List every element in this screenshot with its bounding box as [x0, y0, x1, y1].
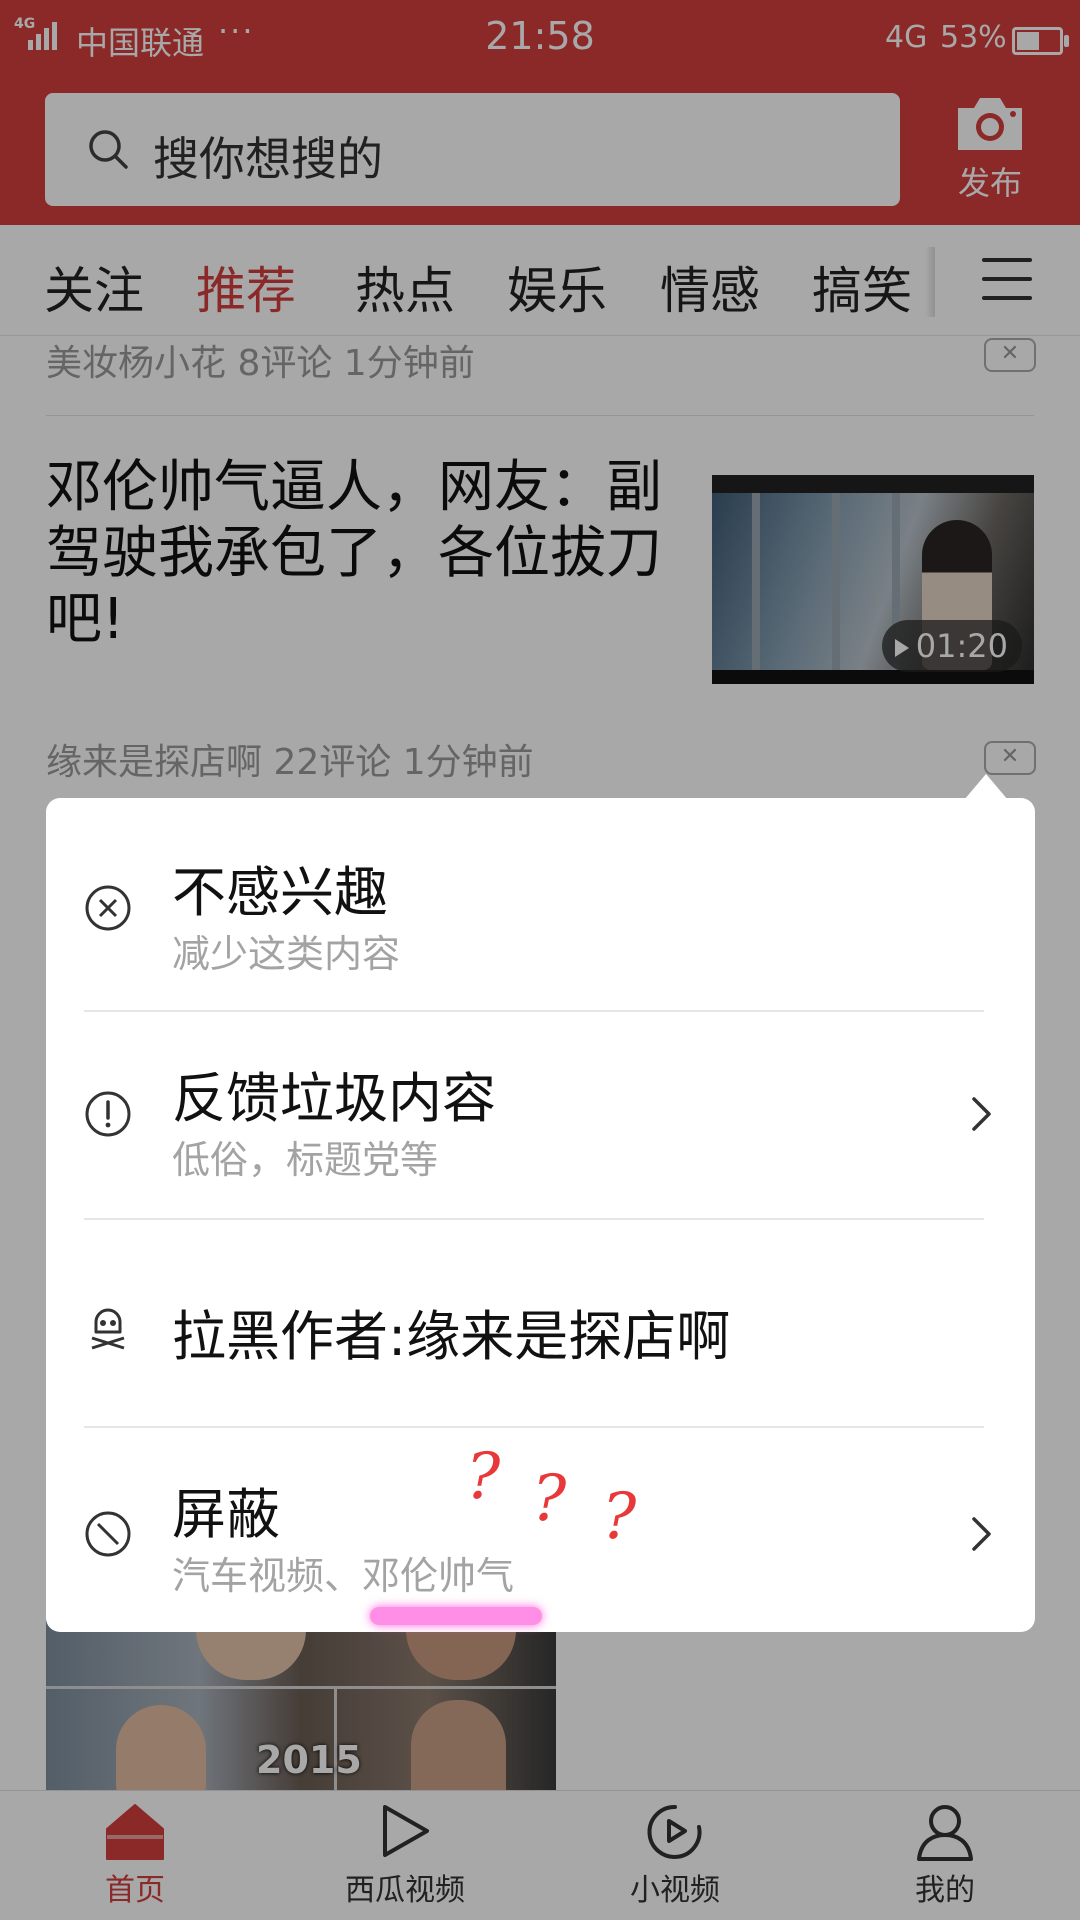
option-block-author[interactable]: 拉黑作者:缘来是探店啊 — [46, 1220, 1035, 1426]
close-circle-icon — [85, 885, 131, 931]
chevron-right-icon — [972, 1097, 991, 1131]
option-title: 拉黑作者:缘来是探店啊 — [172, 1305, 731, 1368]
option-not-interested[interactable]: 不感兴趣 减少这类内容 — [46, 798, 1035, 1010]
option-title: 不感兴趣 — [172, 861, 388, 924]
annotation-question-marks: ? ? ? — [460, 1440, 660, 1560]
annotation-underline — [370, 1607, 542, 1625]
question-mark: ? — [466, 1440, 501, 1514]
skull-icon — [91, 1308, 125, 1350]
option-title: 屏蔽 — [172, 1483, 280, 1546]
option-report-spam[interactable]: 反馈垃圾内容 低俗，标题党等 — [46, 1012, 1035, 1218]
option-subtitle: 低俗，标题党等 — [172, 1138, 439, 1182]
popup-pointer — [964, 774, 1008, 800]
chevron-right-icon — [972, 1517, 991, 1551]
question-mark: ? — [602, 1480, 637, 1554]
exclamation-circle-icon — [85, 1091, 131, 1137]
option-subtitle: 减少这类内容 — [172, 932, 401, 976]
option-title: 反馈垃圾内容 — [172, 1067, 496, 1130]
question-mark: ? — [532, 1462, 567, 1536]
block-icon — [85, 1511, 131, 1557]
